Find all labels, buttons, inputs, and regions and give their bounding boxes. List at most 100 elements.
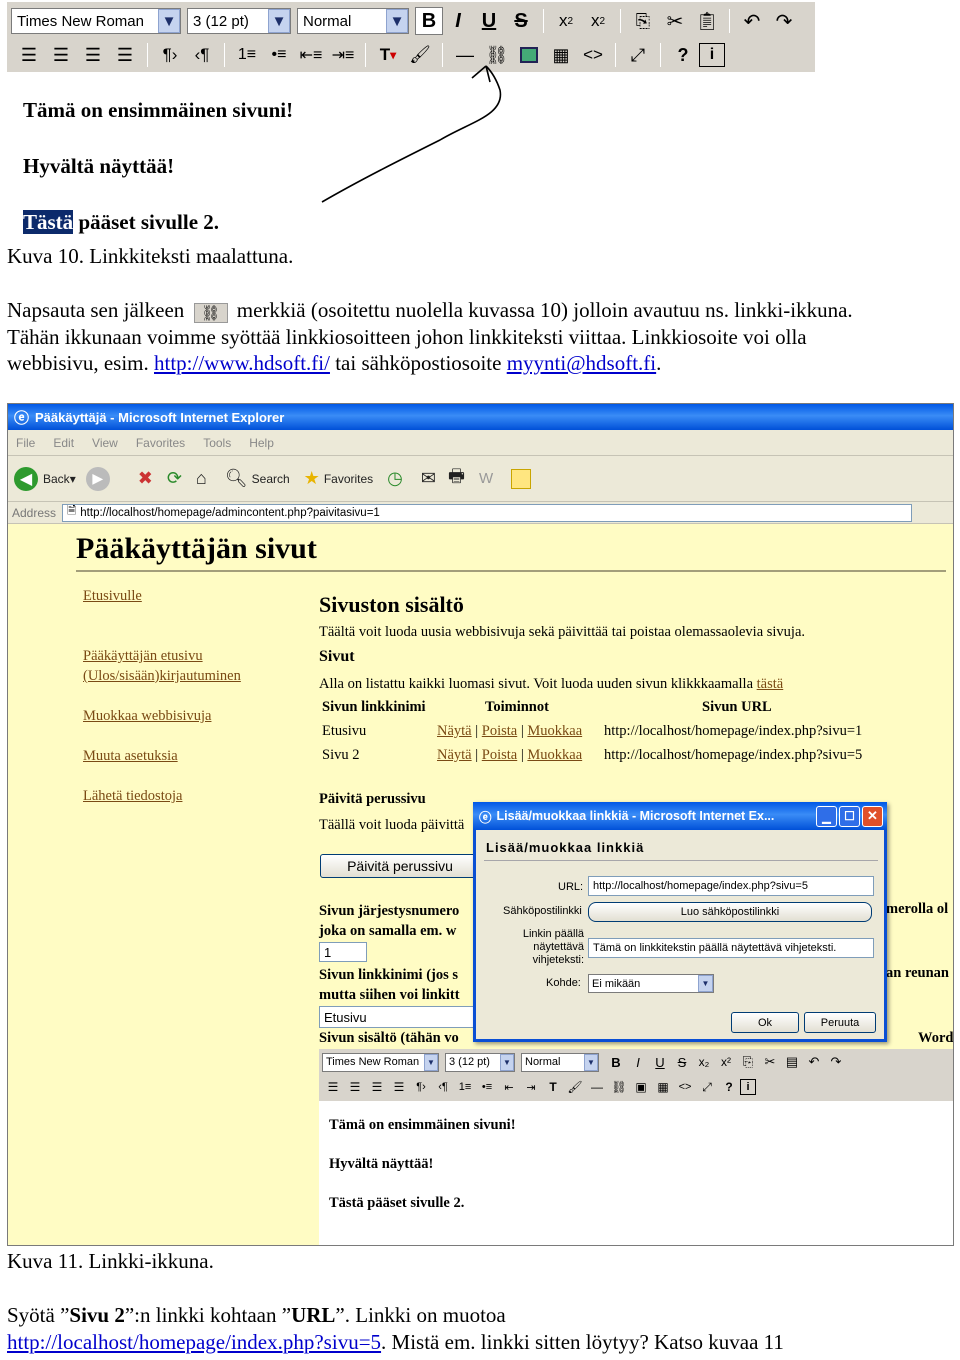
nav-upload[interactable]: Lähetä tiedostoja — [83, 786, 241, 806]
url-input[interactable]: http://localhost/homepage/index.php?sivu… — [588, 876, 874, 896]
unordered-list-icon[interactable]: •≡ — [263, 41, 295, 69]
background-color-icon[interactable]: 🖌︎ — [564, 1080, 586, 1094]
align-center-icon[interactable]: ☰ — [45, 41, 77, 69]
menu-edit[interactable]: Edit — [53, 436, 74, 450]
strikethrough-icon[interactable]: S — [671, 1055, 693, 1070]
align-left-icon[interactable]: ☰ — [13, 41, 45, 69]
outdent-icon[interactable]: ⇤ — [498, 1081, 520, 1094]
edit-link[interactable]: Muokkaa — [527, 747, 582, 763]
text-color-icon[interactable]: T — [542, 1080, 564, 1094]
help-icon[interactable]: ? — [718, 1080, 740, 1094]
nav-settings[interactable]: Muuta asetuksia — [83, 746, 241, 766]
undo-icon[interactable]: ↶ — [803, 1054, 825, 1070]
html-source-icon[interactable]: <> — [674, 1081, 696, 1093]
minimize-icon[interactable]: ▁ — [816, 805, 837, 827]
format-select[interactable]: Normal ▼ — [521, 1052, 599, 1072]
refresh-icon[interactable]: ⟳ — [167, 468, 182, 489]
delete-link[interactable]: Poista — [482, 747, 517, 763]
name-input[interactable]: Etusivu — [319, 1006, 479, 1028]
chevron-down-icon[interactable]: ▼ — [584, 1053, 598, 1071]
nav-login[interactable]: (Ulos/sisään)kirjautuminen — [83, 666, 241, 686]
chevron-down-icon[interactable]: ▼ — [386, 9, 408, 33]
about-icon[interactable]: i — [699, 43, 725, 67]
edit-link[interactable]: Muokkaa — [527, 723, 582, 739]
chevron-down-icon[interactable]: ▼ — [698, 975, 713, 992]
undo-icon[interactable]: ↶ — [736, 7, 768, 35]
cancel-button[interactable]: Peruuta — [804, 1012, 876, 1033]
ltr-icon[interactable]: ¶› — [410, 1081, 432, 1093]
menu-tools[interactable]: Tools — [203, 436, 231, 450]
cut-icon[interactable]: ✂ — [659, 7, 691, 35]
hdsoft-link[interactable]: http://www.hdsoft.fi/ — [154, 351, 330, 375]
format-select[interactable]: Normal ▼ — [297, 8, 409, 34]
menu-help[interactable]: Help — [249, 436, 274, 450]
menu-file[interactable]: File — [16, 436, 35, 450]
align-right-icon[interactable]: ☰ — [366, 1080, 388, 1094]
chevron-down-icon[interactable]: ▼ — [500, 1053, 514, 1071]
superscript-icon[interactable]: x² — [715, 1055, 737, 1069]
font-family-select[interactable]: Times New Roman ▼ — [322, 1052, 439, 1072]
italic-icon[interactable]: I — [627, 1055, 649, 1070]
chevron-down-icon[interactable]: ▼ — [268, 9, 290, 33]
underline-icon[interactable]: U — [649, 1055, 671, 1070]
justify-icon[interactable]: ☰ — [109, 41, 141, 69]
email-link[interactable]: myynti@hdsoft.fi — [507, 351, 656, 375]
home-icon[interactable]: ⌂ — [196, 468, 207, 489]
subscript-icon[interactable]: x₂ — [693, 1055, 715, 1069]
italic-icon[interactable]: I — [443, 7, 473, 35]
menu-favorites[interactable]: Favorites — [136, 436, 185, 450]
order-input[interactable]: 1 — [319, 942, 367, 962]
back-button[interactable]: ◀ Back ▾ — [14, 466, 76, 491]
cut-icon[interactable]: ✂ — [759, 1054, 781, 1070]
history-icon[interactable]: ◷ — [387, 468, 403, 489]
align-center-icon[interactable]: ☰ — [344, 1080, 366, 1094]
word-icon[interactable]: W — [479, 470, 493, 487]
favorites-button[interactable]: ★ Favorites — [304, 468, 374, 489]
image-icon[interactable]: ▣ — [630, 1080, 652, 1094]
nav-edit-pages[interactable]: Muokkaa webbisivuja — [83, 706, 241, 726]
justify-icon[interactable]: ☰ — [388, 1080, 410, 1094]
html-source-icon[interactable]: <> — [577, 41, 609, 69]
unordered-list-icon[interactable]: •≡ — [476, 1081, 498, 1093]
underline-icon[interactable]: U — [473, 7, 505, 35]
indent-icon[interactable]: ⇥ — [520, 1081, 542, 1094]
fullscreen-icon[interactable]: ⤢ — [696, 1080, 718, 1095]
nav-admin-home[interactable]: Pääkäyttäjän etusivu — [83, 646, 241, 666]
ordered-list-icon[interactable]: 1≡ — [454, 1081, 476, 1093]
horizontal-rule-icon[interactable]: — — [586, 1080, 608, 1094]
update-button[interactable]: Päivitä perussivu — [320, 854, 480, 878]
search-button[interactable]: 🔍︎ Search — [225, 468, 290, 489]
font-size-select[interactable]: 3 (12 pt) ▼ — [445, 1052, 515, 1072]
bold-icon[interactable]: B — [415, 7, 443, 35]
show-link[interactable]: Näytä — [437, 723, 472, 739]
target-select[interactable]: Ei mikään ▼ — [588, 974, 714, 993]
address-input[interactable]: 🗎︎ http://localhost/homepage/admincontent… — [62, 503, 913, 522]
align-left-icon[interactable]: ☰ — [322, 1080, 344, 1094]
ok-button[interactable]: Ok — [731, 1012, 799, 1033]
rtl-icon[interactable]: ‹¶ — [186, 41, 218, 69]
subscript-icon[interactable]: x2 — [550, 7, 582, 35]
link-icon[interactable]: ⛓ — [608, 1080, 630, 1094]
stop-icon[interactable]: ✖ — [138, 468, 153, 489]
forward-icon[interactable]: ▶ — [85, 466, 110, 491]
redo-icon[interactable]: ↷ — [825, 1054, 847, 1070]
copy-icon[interactable]: ⎘ — [737, 1054, 759, 1070]
fullscreen-icon[interactable]: ⤢ — [622, 41, 654, 69]
mail-icon[interactable]: ✉ — [421, 468, 436, 489]
note-icon[interactable] — [511, 468, 532, 489]
font-size-select[interactable]: 3 (12 pt) ▼ — [187, 8, 291, 34]
delete-link[interactable]: Poista — [482, 723, 517, 739]
ordered-list-icon[interactable]: 1≡ — [231, 41, 263, 69]
rtl-icon[interactable]: ‹¶ — [432, 1081, 454, 1093]
localhost-link[interactable]: http://localhost/homepage/index.php?sivu… — [7, 1330, 381, 1354]
print-icon[interactable]: 🖶︎ — [448, 464, 465, 494]
font-family-select[interactable]: Times New Roman ▼ — [11, 8, 181, 34]
ltr-icon[interactable]: ¶› — [154, 41, 186, 69]
paste-icon[interactable]: ▤ — [781, 1054, 803, 1070]
create-email-link-button[interactable]: Luo sähköpostilinkki — [588, 902, 872, 922]
nav-etusivulle[interactable]: Etusivulle — [83, 586, 241, 606]
redo-icon[interactable]: ↷ — [768, 7, 800, 35]
tooltip-input[interactable]: Tämä on linkkitekstin päällä näytettävä … — [588, 938, 874, 958]
show-link[interactable]: Näytä — [437, 747, 472, 763]
menu-view[interactable]: View — [92, 436, 118, 450]
